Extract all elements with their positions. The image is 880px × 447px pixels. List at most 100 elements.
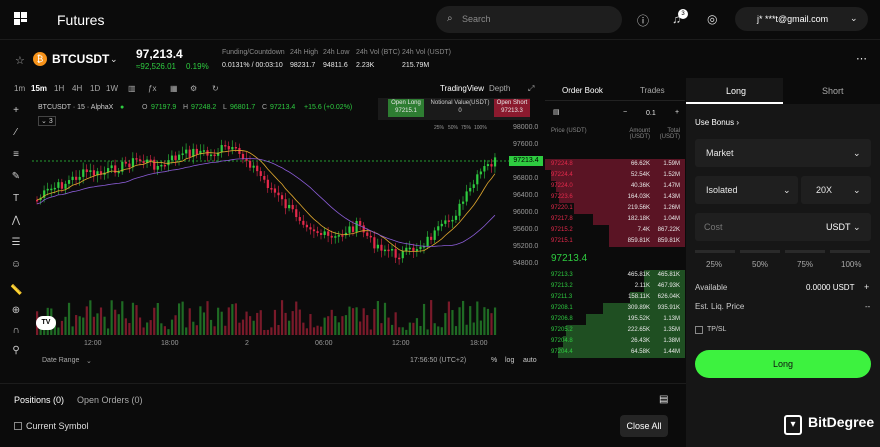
orderbook-row[interactable]: 97224.4 52.54K 1.52M — [545, 170, 685, 181]
pct-100[interactable]: 100% — [841, 260, 861, 269]
horizontal-lines-icon[interactable]: ≡ — [10, 149, 22, 160]
row-amount: 195.52K — [627, 316, 650, 322]
pattern-icon[interactable]: ⋀ — [10, 215, 22, 226]
orderbook-row[interactable]: 97217.8 182.18K 1.04M — [545, 214, 685, 225]
candle — [185, 149, 188, 154]
tab-positions[interactable]: Positions (0) — [14, 395, 64, 405]
timeframe-1h[interactable]: 1H — [54, 84, 64, 93]
y-tick: 96000.0 — [513, 209, 539, 216]
open-short-button[interactable]: Open Short 97213.3 — [494, 99, 530, 117]
help-icon[interactable]: ⓘ — [637, 12, 649, 29]
date-range-button[interactable]: Date Range — [42, 357, 79, 364]
ruler-icon[interactable]: 📏 — [10, 285, 22, 296]
tab-trades[interactable]: Trades — [640, 86, 665, 95]
text-icon[interactable]: T — [10, 193, 22, 204]
chevron-down-icon[interactable]: ⌄ — [86, 357, 92, 365]
candle — [334, 236, 337, 238]
timeframe-1w[interactable]: 1W — [106, 84, 118, 93]
close-all-button[interactable]: Close All — [620, 415, 668, 437]
scale-log[interactable]: log — [505, 357, 514, 364]
volume-bar — [401, 327, 404, 335]
candle — [142, 161, 145, 163]
history-icon[interactable]: ▤ — [659, 394, 668, 405]
chevron-down-icon: ⌄ — [853, 222, 861, 232]
submit-long-button[interactable]: Long — [695, 350, 871, 378]
order-type-select[interactable]: Market ⌄ — [695, 139, 871, 167]
candle — [110, 165, 113, 169]
row-price: 97224.4 — [551, 172, 573, 178]
orderbook-row[interactable]: 97224.8 66.62K 1.59M — [545, 159, 685, 170]
timeframe-1d[interactable]: 1D — [90, 84, 100, 93]
row-price: 97204.8 — [551, 338, 573, 344]
chevron-down-icon[interactable]: ⌄ — [110, 54, 118, 65]
globe-icon[interactable]: ◎ — [707, 12, 717, 26]
orderbook-row[interactable]: 97213.3 465.81K 465.81K — [545, 270, 685, 281]
tab-tradingview[interactable]: TradingView — [440, 84, 484, 93]
tab-short[interactable]: Short — [783, 78, 880, 104]
candle — [348, 226, 351, 233]
cost-input[interactable]: Cost USDT ⌄ — [695, 213, 871, 241]
account-menu[interactable]: j* ***t@gmail.com ⌄ — [735, 7, 868, 31]
tab-long[interactable]: Long — [686, 78, 783, 104]
scale-percent[interactable]: % — [491, 357, 497, 364]
search-input[interactable]: ⌕ Search — [436, 6, 622, 33]
orderbook-row[interactable]: 97211.3 158.11K 626.04K — [545, 292, 685, 303]
refresh-icon[interactable]: ↻ — [212, 84, 219, 93]
app-grid-icon[interactable] — [14, 12, 27, 25]
indicators-icon[interactable]: ƒx — [148, 84, 156, 93]
smile-icon[interactable]: ☺ — [10, 259, 22, 270]
pct-50[interactable]: 50% — [752, 260, 768, 269]
indicator-toggle[interactable]: ⌄ 3 — [38, 116, 56, 126]
orderbook-row[interactable]: 97215.2 7.4K 867.22K — [545, 225, 685, 236]
brush-icon[interactable]: ✎ — [10, 171, 22, 182]
trendline-icon[interactable]: ⁄ — [10, 127, 22, 138]
candle — [465, 191, 468, 202]
orderbook-row[interactable]: 97224.0 40.36K 1.47M — [545, 181, 685, 192]
symbol-selector[interactable]: BTCUSDT — [52, 52, 109, 66]
price-chart[interactable] — [32, 130, 510, 340]
settings-icon[interactable]: ⚙ — [190, 84, 197, 93]
orderbook-row[interactable]: 97206.8 195.52K 1.13M — [545, 314, 685, 325]
current-symbol-checkbox[interactable] — [14, 422, 22, 430]
zoom-in-icon[interactable]: ⊕ — [10, 305, 22, 316]
volume-bar — [451, 310, 454, 335]
leverage-select[interactable]: 20X ⌄ — [801, 176, 871, 204]
lock-icon[interactable]: ⚲ — [10, 345, 22, 356]
ob-layout-icon[interactable]: ▤ — [553, 108, 560, 116]
crosshair-icon[interactable]: + — [10, 105, 22, 116]
magnet-icon[interactable]: ∩ — [10, 325, 22, 336]
orderbook-row[interactable]: 97208.1 309.89K 935.91K — [545, 303, 685, 314]
add-funds-icon[interactable]: + — [864, 282, 869, 292]
use-bonus-link[interactable]: Use Bonus › — [695, 118, 739, 127]
orderbook-row[interactable]: 97223.6 164.03K 1.43M — [545, 192, 685, 203]
star-icon[interactable]: ☆ — [15, 54, 25, 67]
pct-75[interactable]: 75% — [797, 260, 813, 269]
tab-order-book[interactable]: Order Book — [562, 86, 603, 95]
orderbook-row[interactable]: 97220.1 219.56K 1.26M — [545, 203, 685, 214]
chart-type-icon[interactable]: ▥ — [128, 84, 136, 93]
tab-open-orders[interactable]: Open Orders (0) — [77, 395, 143, 405]
precision-plus[interactable]: + — [675, 109, 679, 116]
orderbook-row[interactable]: 97215.1 859.81K 859.81K — [545, 236, 685, 247]
tpsl-checkbox[interactable] — [695, 326, 703, 334]
orderbook-row[interactable]: 97204.4 64.58K 1.44M — [545, 347, 685, 358]
fib-icon[interactable]: ☰ — [10, 237, 22, 248]
percent-slider[interactable] — [695, 250, 871, 254]
margin-mode-select[interactable]: Isolated ⌄ — [695, 176, 798, 204]
expand-icon[interactable]: ⤢ — [528, 84, 534, 94]
orderbook-row[interactable]: 97213.2 2.11K 467.93K — [545, 281, 685, 292]
orderbook-row[interactable]: 97204.8 26.43K 1.38M — [545, 336, 685, 347]
timeframe-4h[interactable]: 4H — [72, 84, 82, 93]
precision-minus[interactable]: − — [623, 109, 627, 116]
layout-icon[interactable]: ▦ — [170, 84, 178, 93]
timeframe-15m[interactable]: 15m — [31, 84, 47, 93]
timeframe-1m[interactable]: 1m — [14, 84, 25, 93]
open-long-button[interactable]: Open Long 97215.1 — [388, 99, 424, 117]
scale-auto[interactable]: auto — [523, 357, 537, 364]
orderbook-row[interactable]: 97205.2 222.65K 1.35M — [545, 325, 685, 336]
candle — [341, 235, 344, 237]
tab-depth[interactable]: Depth — [489, 84, 510, 93]
volume-bar — [60, 320, 64, 335]
pct-25[interactable]: 25% — [706, 260, 722, 269]
more-icon[interactable]: ⋯ — [856, 52, 867, 65]
